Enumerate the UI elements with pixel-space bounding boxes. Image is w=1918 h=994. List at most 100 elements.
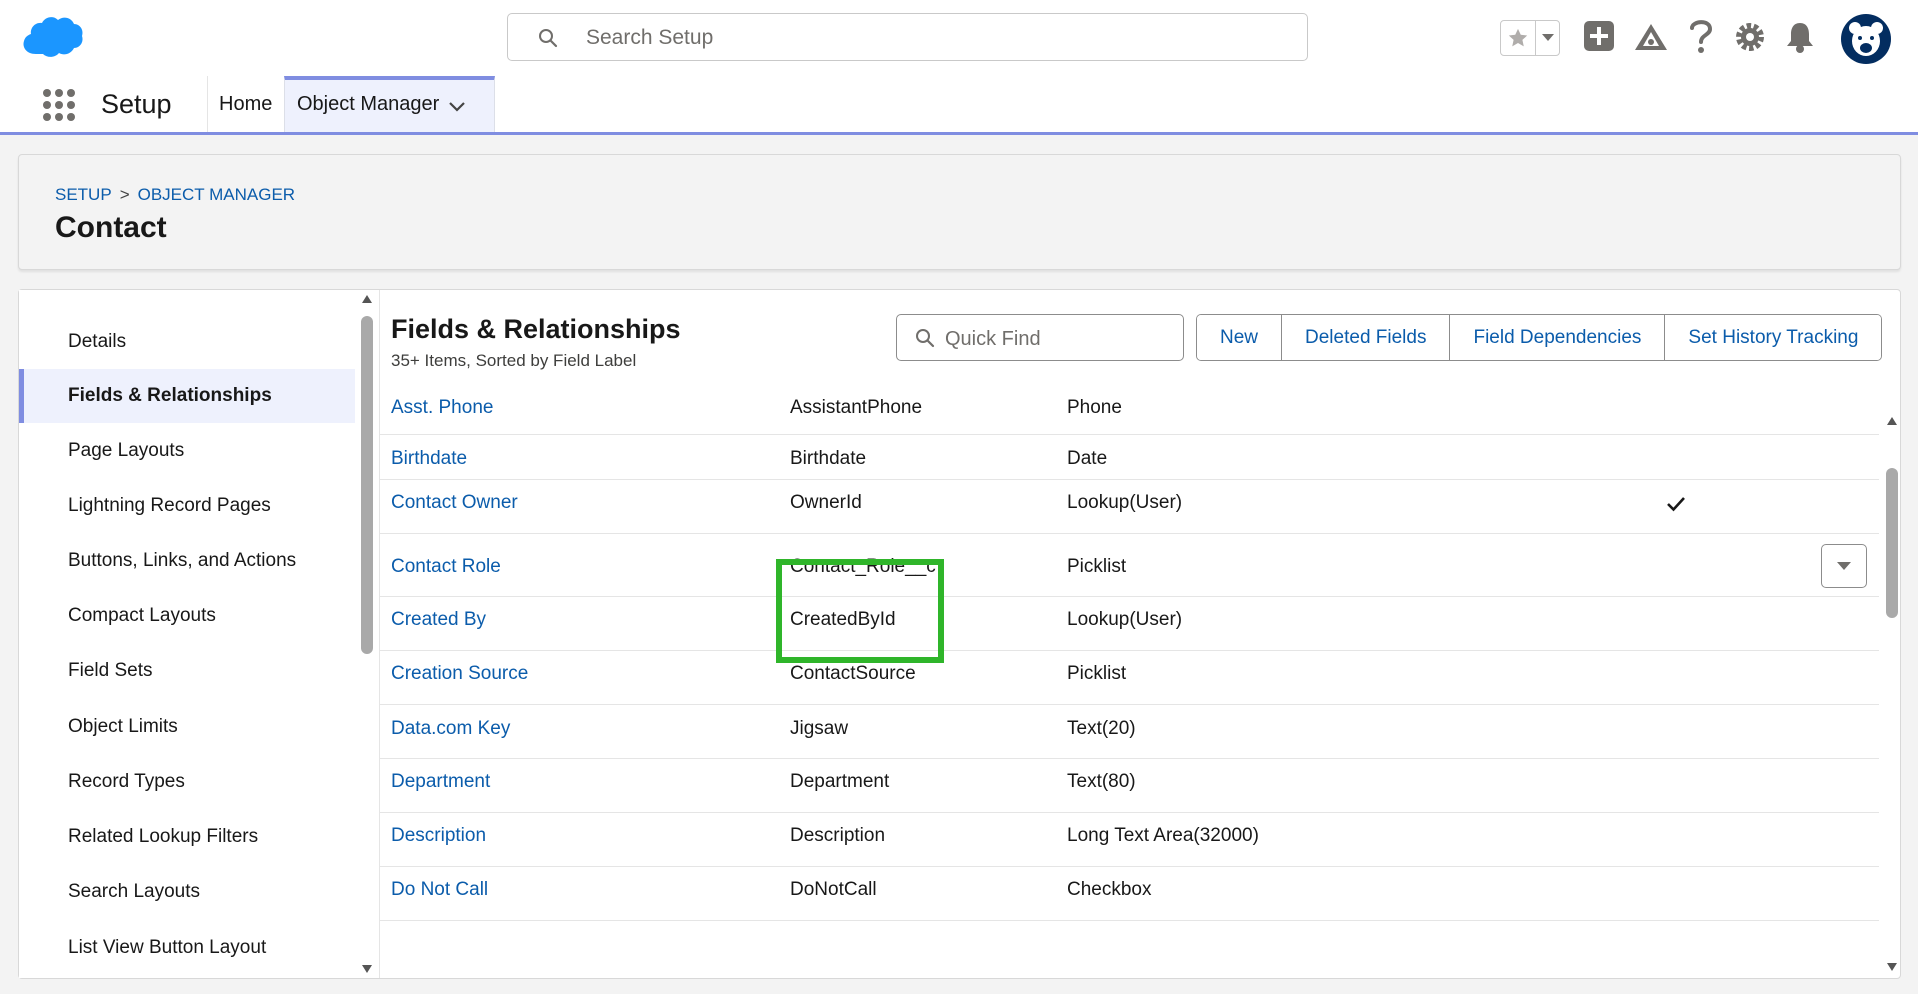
tab-object-manager[interactable]: Object Manager <box>284 76 495 132</box>
fields-button-group: New Deleted Fields Field Dependencies Se… <box>1196 314 1883 361</box>
field-api-name: DoNotCall <box>790 879 877 900</box>
table-row: Created By CreatedById Lookup(User) <box>379 597 1879 651</box>
app-launcher-icon[interactable] <box>43 89 75 121</box>
chevron-down-icon[interactable] <box>448 100 466 118</box>
field-data-type: Lookup(User) <box>1067 609 1183 630</box>
field-data-type: Long Text Area(32000) <box>1067 825 1259 846</box>
sidebar-item-object-limits[interactable]: Object Limits <box>19 700 355 754</box>
sidebar-item-page-layouts[interactable]: Page Layouts <box>19 424 355 478</box>
tab-object-manager-label: Object Manager <box>297 93 440 115</box>
app-name: Setup <box>101 89 172 119</box>
new-button[interactable]: New <box>1197 315 1283 360</box>
table-row: Birthdate Birthdate Date <box>379 435 1879 480</box>
field-api-name: OwnerId <box>790 492 862 513</box>
sidebar-scrollbar-thumb[interactable] <box>361 316 373 654</box>
fields-table-scrollbar-thumb[interactable] <box>1886 468 1898 618</box>
sidebar-item-search-layouts[interactable]: Search Layouts <box>19 865 355 919</box>
deleted-fields-button[interactable]: Deleted Fields <box>1282 315 1451 360</box>
field-data-type: Lookup(User) <box>1067 492 1183 513</box>
global-header <box>0 0 1918 77</box>
field-api-name: Birthdate <box>790 448 867 469</box>
table-row: Do Not Call DoNotCall Checkbox <box>379 867 1879 921</box>
field-api-name: Contact_Role__c <box>790 556 936 577</box>
quick-find-input[interactable] <box>943 323 1177 355</box>
star-icon[interactable] <box>1501 21 1536 55</box>
notifications-bell-icon[interactable] <box>1785 21 1815 58</box>
row-actions-dropdown-button[interactable] <box>1821 544 1867 588</box>
scroll-down-arrow-icon[interactable] <box>1886 962 1898 972</box>
sidebar-item-lightning-record-pages[interactable]: Lightning Record Pages <box>19 479 355 533</box>
indexed-checkmark-icon <box>1666 496 1686 518</box>
object-page-header: SETUP > OBJECT MANAGER Contact <box>18 154 1901 270</box>
search-icon <box>538 28 558 53</box>
field-label-link[interactable]: Department <box>391 771 490 793</box>
field-data-type: Checkbox <box>1067 879 1152 900</box>
breadcrumb: SETUP > OBJECT MANAGER <box>55 185 295 205</box>
sidebar-item-compact-layouts[interactable]: Compact Layouts <box>19 589 355 643</box>
field-api-name: Jigsaw <box>790 718 849 739</box>
search-icon <box>915 328 935 353</box>
fields-table-scrollbar[interactable] <box>1886 416 1898 976</box>
field-api-name: ContactSource <box>790 663 916 684</box>
breadcrumb-separator: > <box>119 185 130 204</box>
app-navigation-bar: Setup Home Object Manager <box>0 76 1918 135</box>
field-label-link[interactable]: Birthdate <box>391 448 467 470</box>
field-data-type: Date <box>1067 448 1108 469</box>
scroll-up-arrow-icon[interactable] <box>1886 416 1898 426</box>
set-history-tracking-button[interactable]: Set History Tracking <box>1665 315 1882 360</box>
setup-search-input[interactable] <box>584 22 1288 54</box>
page-title: Contact <box>55 211 167 244</box>
global-actions-add-icon[interactable] <box>1583 20 1615 57</box>
quick-find-box[interactable] <box>896 314 1184 361</box>
field-label-link[interactable]: Asst. Phone <box>391 397 493 419</box>
table-row: Contact Owner OwnerId Lookup(User) <box>379 480 1879 534</box>
breadcrumb-object-manager[interactable]: OBJECT MANAGER <box>138 185 295 204</box>
favorites-control <box>1500 20 1560 56</box>
field-dependencies-button[interactable]: Field Dependencies <box>1450 315 1666 360</box>
breadcrumb-setup[interactable]: SETUP <box>55 185 112 204</box>
table-row: Description Description Long Text Area(3… <box>379 813 1879 867</box>
field-data-type: Picklist <box>1067 663 1127 684</box>
sidebar-item-field-sets[interactable]: Field Sets <box>19 644 355 698</box>
field-api-name: Description <box>790 825 886 846</box>
sidebar-item-fields-relationships[interactable]: Fields & Relationships <box>19 369 355 423</box>
gear-icon[interactable] <box>1734 21 1766 58</box>
field-data-type: Text(80) <box>1067 771 1136 792</box>
scroll-up-arrow-icon[interactable] <box>361 294 373 304</box>
field-label-link[interactable]: Contact Role <box>391 556 501 578</box>
trailhead-icon[interactable] <box>1634 22 1668 57</box>
sidebar-item-buttons-links-actions[interactable]: Buttons, Links, and Actions <box>19 534 355 588</box>
field-label-link[interactable]: Do Not Call <box>391 879 488 901</box>
sidebar-item-record-types[interactable]: Record Types <box>19 755 355 809</box>
table-row: Contact Role Contact_Role__c Picklist <box>379 534 1879 597</box>
chevron-down-icon[interactable] <box>1536 21 1560 55</box>
section-title: Fields & Relationships <box>391 314 681 344</box>
setup-search-box[interactable] <box>507 13 1308 61</box>
field-label-link[interactable]: Data.com Key <box>391 718 510 740</box>
table-row: Asst. Phone AssistantPhone Phone <box>379 382 1879 435</box>
table-row: Creation Source ContactSource Picklist <box>379 651 1879 705</box>
field-label-link[interactable]: Created By <box>391 609 486 631</box>
field-data-type: Phone <box>1067 397 1122 418</box>
field-label-link[interactable]: Creation Source <box>391 663 528 685</box>
field-api-name: AssistantPhone <box>790 397 923 418</box>
table-row: Data.com Key Jigsaw Text(20) <box>379 705 1879 759</box>
tab-home[interactable]: Home <box>219 93 272 116</box>
scroll-down-arrow-icon[interactable] <box>361 964 373 974</box>
field-data-type: Text(20) <box>1067 718 1136 739</box>
fields-table: Asst. Phone AssistantPhone Phone Birthda… <box>379 382 1889 978</box>
help-icon[interactable] <box>1688 18 1714 59</box>
sidebar-item-details[interactable]: Details <box>19 315 355 369</box>
sidebar-item-list-view-button-layout[interactable]: List View Button Layout <box>19 921 355 975</box>
user-avatar[interactable] <box>1841 14 1891 64</box>
field-label-link[interactable]: Description <box>391 825 486 847</box>
field-label-link[interactable]: Contact Owner <box>391 492 518 514</box>
sidebar-item-related-lookup-filters[interactable]: Related Lookup Filters <box>19 810 355 864</box>
fields-content: Fields & Relationships 35+ Items, Sorted… <box>379 290 1900 978</box>
chevron-down-icon <box>1837 562 1851 570</box>
sidebar-scrollbar[interactable] <box>361 290 373 978</box>
salesforce-logo-icon[interactable] <box>22 14 84 63</box>
table-row: Department Department Text(80) <box>379 759 1879 813</box>
nav-divider <box>207 76 208 132</box>
object-sidebar: Details Fields & Relationships Page Layo… <box>19 290 380 978</box>
